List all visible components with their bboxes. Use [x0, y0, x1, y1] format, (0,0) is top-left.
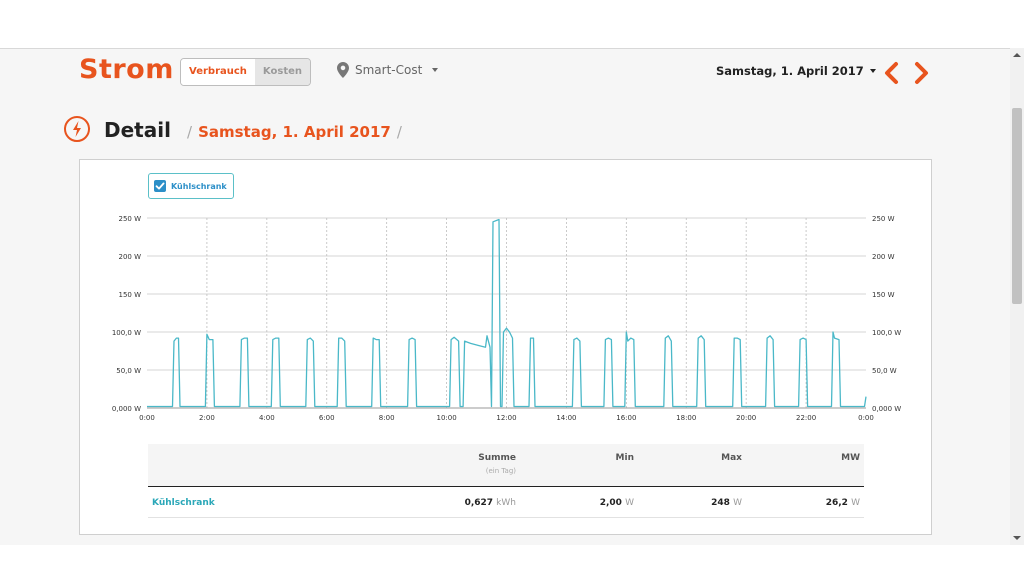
cell-summe: 0,627 kWh	[465, 498, 516, 508]
unit: kWh	[496, 498, 516, 508]
y-tick-label-right: 50,0 W	[872, 367, 897, 375]
section-title: Detail	[104, 118, 171, 142]
y-tick-label-right: 0,000 W	[872, 405, 901, 413]
value: 0,627	[464, 498, 494, 508]
breadcrumb: / Samstag, 1. April 2017 /	[187, 123, 402, 141]
x-tick-label: 22:00	[796, 414, 816, 422]
tab-verbrauch[interactable]: Verbrauch	[181, 59, 255, 85]
column-header-label: Summe	[478, 453, 516, 463]
x-tick-label: 8:00	[379, 414, 395, 422]
table-row: Kühlschrank 0,627 kWh 2,00 W 248 W 26,2 …	[148, 487, 864, 518]
chevron-down-icon	[869, 69, 876, 73]
chevron-down-icon	[432, 68, 439, 72]
cell-mw: 26,2 W	[826, 498, 860, 508]
location-dropdown[interactable]: Smart-Cost	[337, 62, 439, 78]
breadcrumb-date: Samstag, 1. April 2017	[198, 123, 391, 141]
x-tick-label: 10:00	[436, 414, 456, 422]
page-title: Strom	[79, 54, 174, 85]
x-tick-label: 0:00	[139, 414, 155, 422]
x-tick-label: 14:00	[556, 414, 576, 422]
vertical-scrollbar[interactable]	[1010, 48, 1024, 545]
x-tick-label: 2:00	[199, 414, 215, 422]
y-tick-label-right: 100,0 W	[872, 329, 901, 337]
breadcrumb-separator: /	[187, 123, 193, 141]
x-tick-label: 20:00	[736, 414, 756, 422]
y-tick-label: 50,0 W	[116, 367, 141, 375]
date-picker[interactable]: Samstag, 1. April 2017	[716, 64, 876, 78]
checkbox[interactable]	[154, 180, 166, 192]
bottom-whitespace	[0, 545, 1024, 575]
chevron-left-icon	[885, 62, 898, 84]
y-tick-label: 150 W	[118, 291, 141, 299]
scroll-up-arrow-icon[interactable]	[1013, 53, 1021, 57]
breadcrumb-separator: /	[396, 123, 402, 141]
value: 248	[711, 498, 730, 508]
checkbox-label: Kühlschrank	[171, 181, 227, 191]
value: 2,00	[599, 498, 622, 508]
x-tick-label: 4:00	[259, 414, 275, 422]
scroll-thumb[interactable]	[1012, 108, 1022, 304]
value: 26,2	[825, 498, 848, 508]
cell-max: 248 W	[711, 498, 742, 508]
cell-min: 2,00 W	[600, 498, 634, 508]
lightning-bolt-icon	[64, 116, 90, 142]
y-tick-label-right: 200 W	[872, 253, 895, 261]
date-label: Samstag, 1. April 2017	[716, 64, 864, 78]
y-tick-label: 200 W	[118, 253, 141, 261]
y-tick-label-right: 250 W	[872, 215, 895, 223]
column-header-mw: MW	[841, 453, 860, 463]
chevron-right-icon	[915, 62, 928, 84]
x-tick-label: 16:00	[616, 414, 636, 422]
series-toggle-kuehlschrank[interactable]: Kühlschrank	[148, 173, 234, 199]
table-header: Summe (ein Tag) Min Max MW	[148, 444, 864, 487]
stats-table: Summe (ein Tag) Min Max MW Kühlschrank 0…	[148, 444, 864, 518]
y-tick-label: 250 W	[118, 215, 141, 223]
y-tick-label-right: 150 W	[872, 291, 895, 299]
map-marker-icon	[337, 62, 349, 78]
column-header-sublabel: (ein Tag)	[485, 467, 516, 475]
unit: W	[851, 498, 860, 508]
previous-day-button[interactable]	[882, 61, 902, 85]
scroll-down-arrow-icon[interactable]	[1013, 536, 1021, 540]
row-label[interactable]: Kühlschrank	[152, 498, 215, 508]
next-day-button[interactable]	[911, 61, 931, 85]
column-header-summe: Summe (ein Tag)	[478, 453, 516, 475]
checkmark-icon	[155, 182, 165, 190]
column-header-max: Max	[721, 453, 742, 463]
location-label: Smart-Cost	[355, 63, 423, 77]
y-tick-label: 100,0 W	[112, 329, 141, 337]
top-whitespace	[0, 0, 1024, 48]
mode-toggle[interactable]: Verbrauch Kosten	[180, 58, 311, 86]
column-header-min: Min	[615, 453, 634, 463]
x-tick-label: 0:00	[858, 414, 874, 422]
power-chart: 0,000 W 0,000 W 50,0 W 50,0 W 100,0 W 100,0 W…	[112, 215, 901, 422]
tab-kosten[interactable]: Kosten	[254, 59, 310, 85]
x-tick-label: 18:00	[676, 414, 696, 422]
unit: W	[733, 498, 742, 508]
y-tick-label: 0,000 W	[112, 405, 141, 413]
x-tick-label: 12:00	[496, 414, 516, 422]
unit: W	[625, 498, 634, 508]
x-tick-label: 6:00	[319, 414, 335, 422]
